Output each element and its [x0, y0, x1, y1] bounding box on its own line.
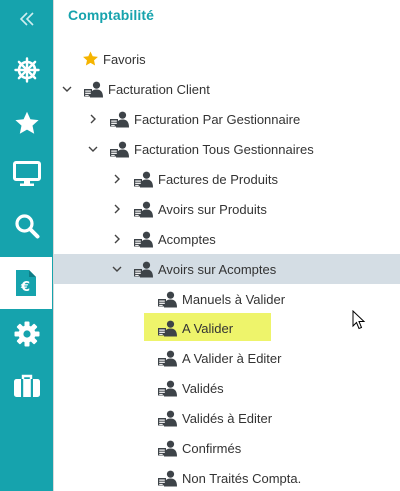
- user-group-icon: [157, 440, 178, 457]
- tree-item-manuels-a-valider[interactable]: Manuels à Valider: [54, 284, 400, 314]
- search-icon: [14, 213, 40, 239]
- user-group-icon: [157, 380, 178, 397]
- tree-item-a-valider[interactable]: A Valider: [54, 313, 400, 343]
- tree-item-non-traites-compta[interactable]: Non Traités Compta.: [54, 463, 400, 491]
- tree-item-a-valider-a-editer[interactable]: A Valider à Editer: [54, 343, 400, 373]
- tree-item-acomptes[interactable]: Acomptes: [54, 224, 400, 254]
- tree-item-valides-a-editer[interactable]: Validés à Editer: [54, 403, 400, 433]
- rail-accounting-button[interactable]: €: [0, 257, 52, 309]
- tree-item-label: A Valider à Editer: [182, 350, 282, 366]
- mouse-cursor-icon: [352, 309, 366, 335]
- rail-search-button[interactable]: [0, 201, 53, 251]
- chevron-down-icon[interactable]: [88, 144, 98, 154]
- user-group-icon: [133, 201, 154, 218]
- user-group-icon: [133, 171, 154, 188]
- user-group-icon: [109, 141, 130, 158]
- chevron-down-icon[interactable]: [112, 264, 122, 274]
- tree-item-valides[interactable]: Validés: [54, 373, 400, 403]
- app-window: € Comptabilité Favoris Facturation Clien…: [0, 0, 400, 491]
- rail-monitor-button[interactable]: [0, 149, 53, 199]
- tree-item-label: Facturation Par Gestionnaire: [134, 111, 301, 127]
- tree-item-label: Manuels à Valider: [182, 291, 286, 307]
- tree-item-label: A Valider: [182, 320, 234, 336]
- ship-wheel-icon: [13, 57, 40, 83]
- rail-dashboard-button[interactable]: [0, 45, 53, 95]
- tree-item-label: Avoirs sur Acomptes: [158, 261, 277, 277]
- user-group-icon: [157, 470, 178, 487]
- tree-item-confirmes[interactable]: Confirmés: [54, 433, 400, 463]
- user-group-icon: [83, 81, 104, 98]
- user-group-icon: [109, 111, 130, 128]
- tree-item-label: Avoirs sur Produits: [158, 201, 267, 217]
- user-group-icon: [133, 231, 154, 248]
- monitor-icon: [12, 161, 41, 187]
- tree-item-facturation-par-gestionnaire[interactable]: Facturation Par Gestionnaire: [54, 104, 400, 134]
- euro-document-icon: €: [15, 269, 37, 297]
- tree-item-label: Favoris: [103, 51, 146, 67]
- user-group-icon: [157, 320, 178, 337]
- tree-item-label: Validés: [182, 380, 224, 396]
- tree-item-label: Confirmés: [182, 440, 242, 456]
- tree-item-label: Facturation Tous Gestionnaires: [134, 141, 314, 157]
- star-icon: [14, 111, 40, 136]
- user-group-icon: [157, 410, 178, 427]
- user-group-icon: [157, 350, 178, 367]
- chevron-right-icon[interactable]: [112, 234, 122, 244]
- tree-item-label: Factures de Produits: [158, 171, 278, 187]
- rail-briefcase-button[interactable]: [0, 361, 53, 411]
- tree-item-favoris[interactable]: Favoris: [54, 44, 400, 74]
- tree-item-label: Validés à Editer: [182, 410, 273, 426]
- tree-item-label: Non Traités Compta.: [182, 470, 302, 486]
- chevron-right-icon[interactable]: [88, 114, 98, 124]
- tree-item-facturation-client[interactable]: Facturation Client: [54, 74, 400, 104]
- icon-rail: €: [0, 0, 53, 491]
- tree-item-factures-de-produits[interactable]: Factures de Produits: [54, 164, 400, 194]
- chevron-right-icon[interactable]: [112, 174, 122, 184]
- tree-item-avoirs-sur-produits[interactable]: Avoirs sur Produits: [54, 194, 400, 224]
- rail-favorites-button[interactable]: [0, 98, 53, 148]
- collapse-button[interactable]: [0, 0, 53, 38]
- gear-icon: [14, 321, 40, 347]
- rail-settings-button[interactable]: [0, 309, 53, 359]
- tree-item-facturation-tous-gestionnaires[interactable]: Facturation Tous Gestionnaires: [54, 134, 400, 164]
- double-chevron-left-icon: [19, 12, 35, 26]
- user-group-icon: [157, 291, 178, 308]
- user-group-icon: [133, 261, 154, 278]
- tree-item-label: Facturation Client: [108, 81, 210, 97]
- star-icon: [82, 51, 99, 67]
- panel-title: Comptabilité: [68, 7, 154, 23]
- chevron-right-icon[interactable]: [112, 204, 122, 214]
- tree-item-avoirs-sur-acomptes[interactable]: Avoirs sur Acomptes: [54, 254, 400, 284]
- briefcase-icon: [13, 373, 41, 399]
- svg-text:€: €: [20, 280, 30, 295]
- chevron-down-icon[interactable]: [62, 84, 72, 94]
- tree-item-label: Acomptes: [158, 231, 216, 247]
- tree-panel: Comptabilité Favoris Facturation Client: [53, 0, 400, 491]
